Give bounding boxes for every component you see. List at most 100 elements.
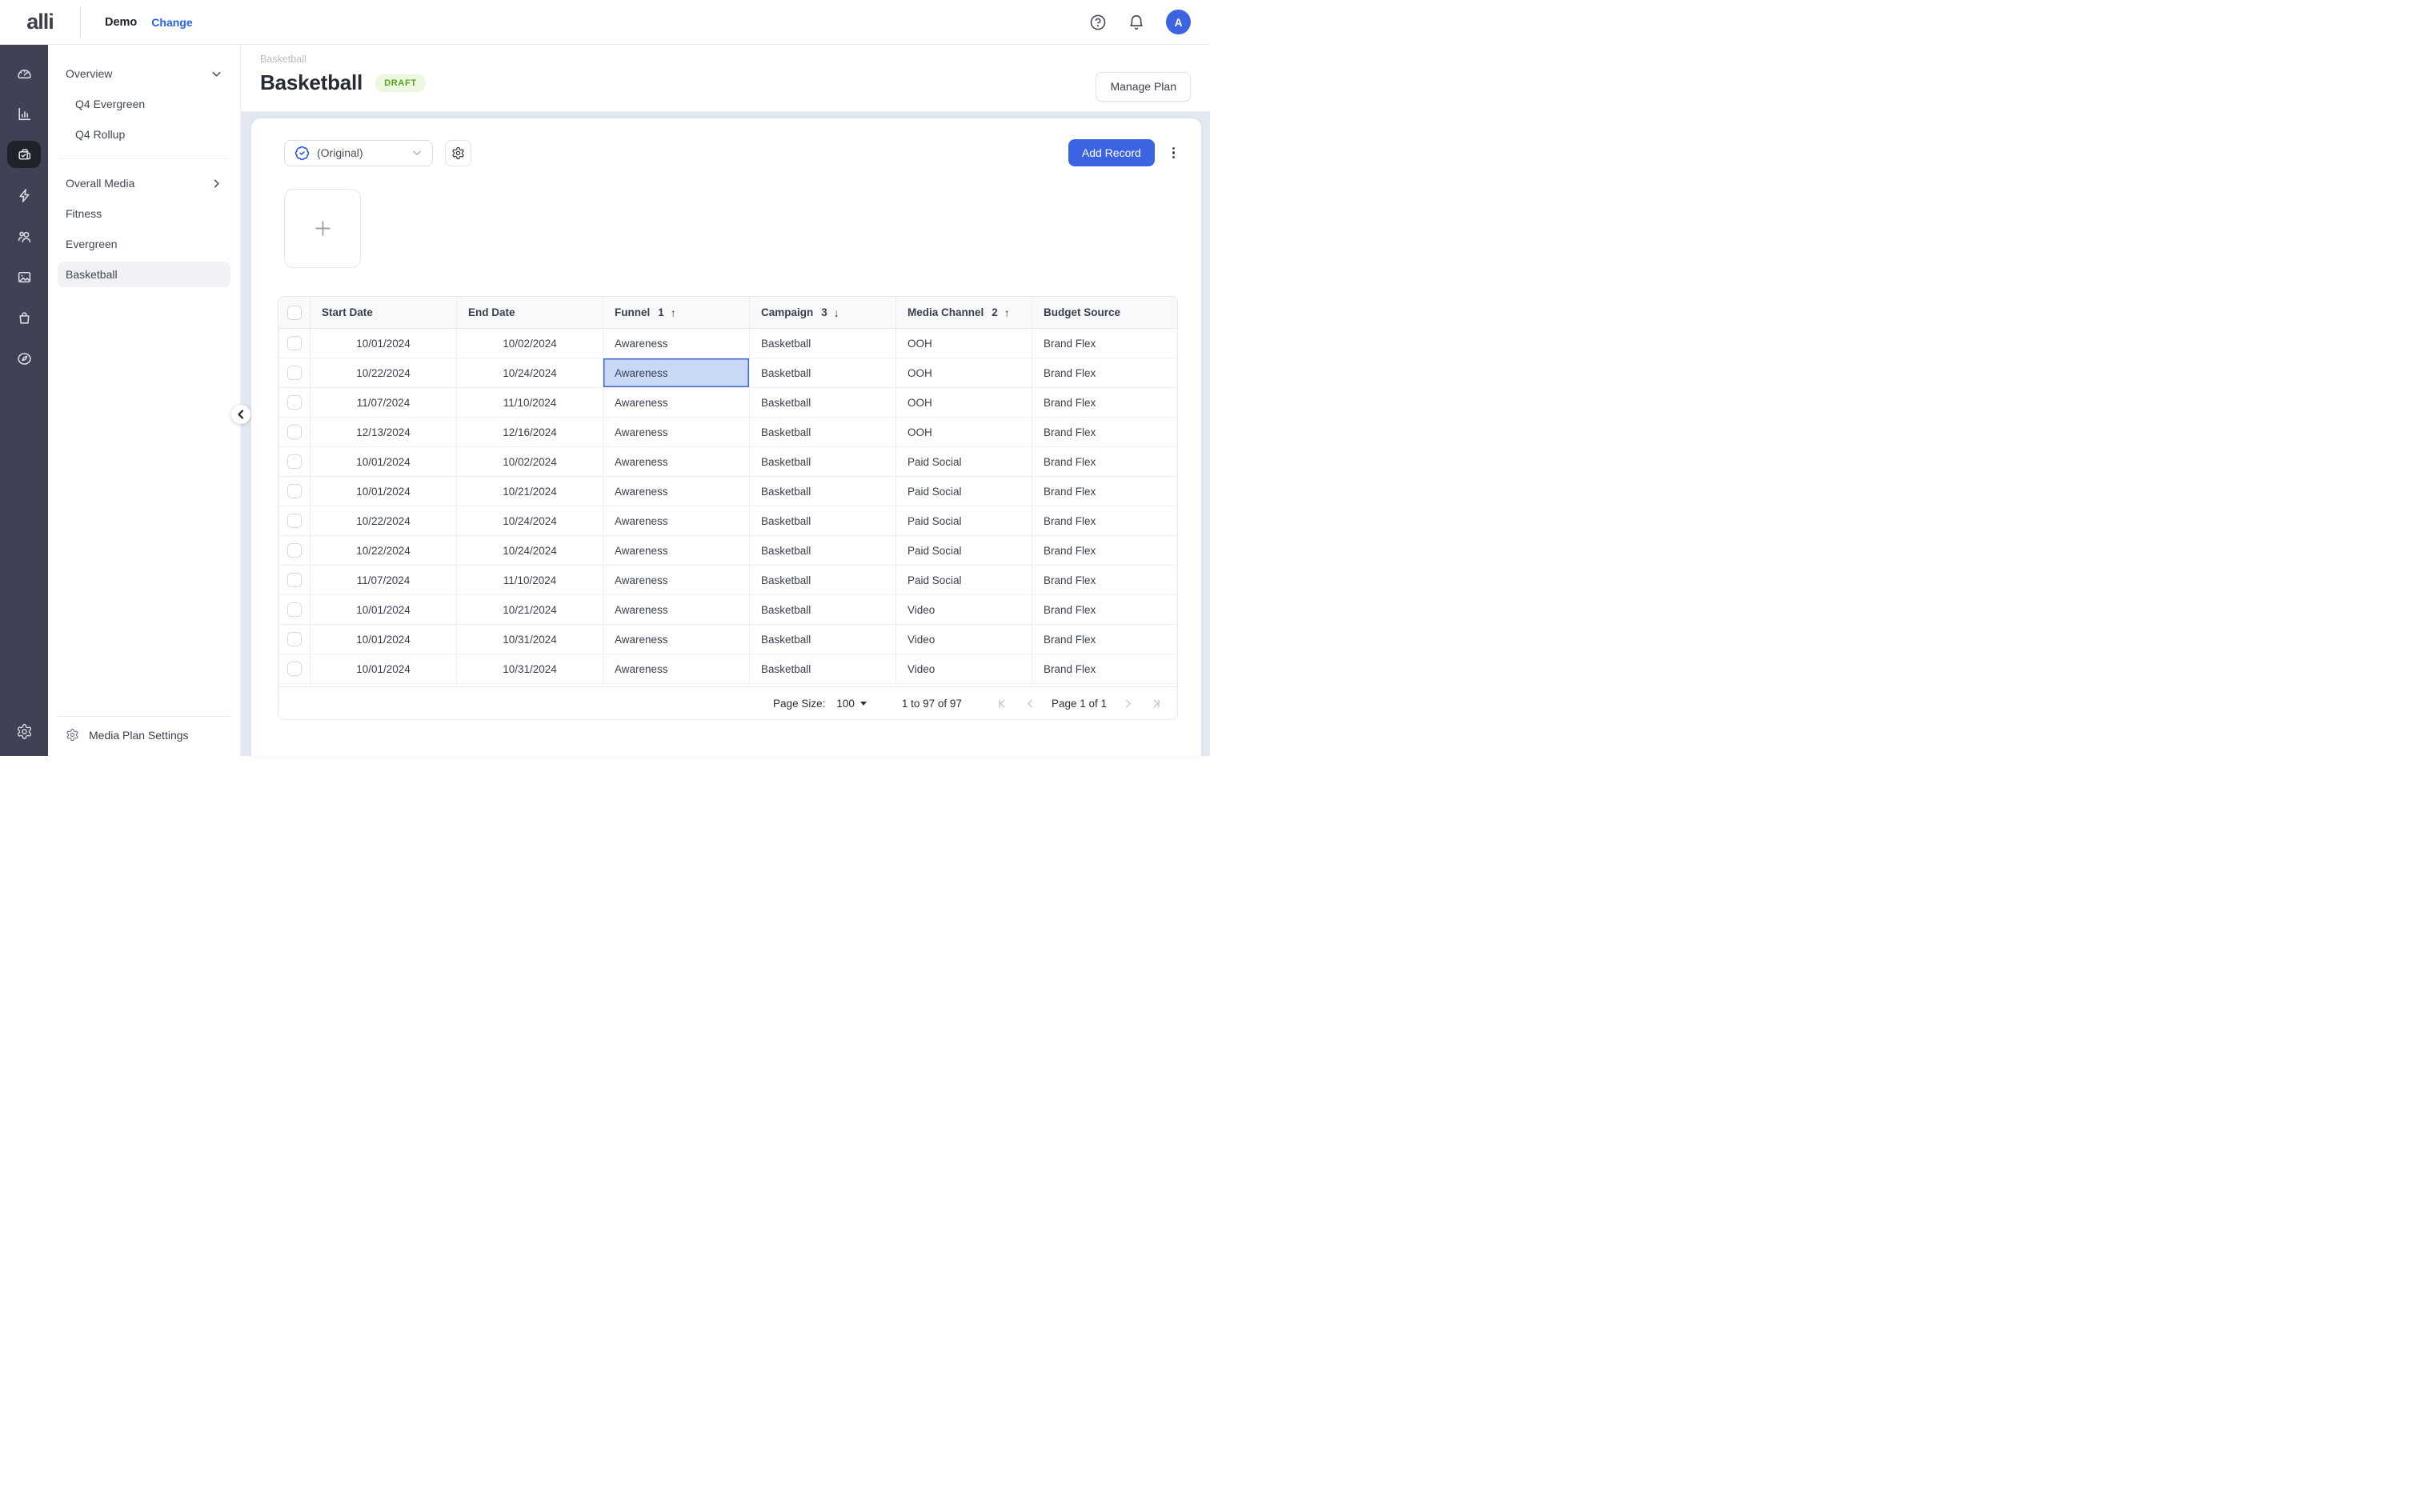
column-header-budget-source[interactable]: Budget Source xyxy=(1032,297,1177,328)
cell-channel[interactable]: Video xyxy=(896,654,1032,683)
cell-funnel[interactable]: Awareness xyxy=(603,506,750,535)
cell-channel[interactable]: OOH xyxy=(896,329,1032,358)
column-header-campaign[interactable]: Campaign 3↓ xyxy=(750,297,896,328)
row-checkbox[interactable] xyxy=(278,418,311,446)
cell-funnel[interactable]: Awareness xyxy=(603,595,750,624)
nav-item-fitness[interactable]: Fitness xyxy=(58,201,230,226)
cell-campaign[interactable]: Basketball xyxy=(750,566,896,594)
more-options-kebab-icon[interactable] xyxy=(1168,144,1180,162)
cell-campaign[interactable]: Basketball xyxy=(750,418,896,446)
cell-funnel[interactable]: Awareness xyxy=(603,388,750,417)
row-checkbox[interactable] xyxy=(278,625,311,654)
collapse-sidebar-button[interactable] xyxy=(231,405,250,424)
cell-budget[interactable]: Brand Flex xyxy=(1032,447,1177,476)
cell-budget[interactable]: Brand Flex xyxy=(1032,358,1177,387)
row-checkbox[interactable] xyxy=(278,477,311,506)
nav-item-q4-evergreen[interactable]: Q4 Evergreen xyxy=(58,91,230,117)
cell-end[interactable]: 10/24/2024 xyxy=(457,506,603,535)
cell-start[interactable]: 10/01/2024 xyxy=(311,477,457,506)
cell-campaign[interactable]: Basketball xyxy=(750,595,896,624)
cell-budget[interactable]: Brand Flex xyxy=(1032,625,1177,654)
column-header-start-date[interactable]: Start Date xyxy=(311,297,457,328)
cell-end[interactable]: 11/10/2024 xyxy=(457,388,603,417)
cell-end[interactable]: 12/16/2024 xyxy=(457,418,603,446)
last-page-icon[interactable] xyxy=(1149,697,1163,710)
cell-end[interactable]: 10/24/2024 xyxy=(457,536,603,565)
table-settings-button[interactable] xyxy=(445,140,471,166)
cell-start[interactable]: 10/22/2024 xyxy=(311,536,457,565)
rail-settings-gear-icon[interactable] xyxy=(7,718,41,745)
reports-chart-icon[interactable] xyxy=(7,100,41,127)
add-record-button[interactable]: Add Record xyxy=(1068,139,1155,166)
first-page-icon[interactable] xyxy=(996,697,1009,710)
cell-start[interactable]: 11/07/2024 xyxy=(311,566,457,594)
cell-campaign[interactable]: Basketball xyxy=(750,329,896,358)
row-checkbox[interactable] xyxy=(278,506,311,535)
row-checkbox[interactable] xyxy=(278,654,311,683)
media-plans-icon[interactable] xyxy=(7,141,41,168)
creative-image-icon[interactable] xyxy=(7,263,41,290)
cell-campaign[interactable]: Basketball xyxy=(750,358,896,387)
cell-channel[interactable]: Paid Social xyxy=(896,536,1032,565)
nav-item-basketball[interactable]: Basketball xyxy=(58,262,230,287)
column-header-media-channel[interactable]: Media Channel 2↑ xyxy=(896,297,1032,328)
cell-start[interactable]: 10/22/2024 xyxy=(311,358,457,387)
next-page-icon[interactable] xyxy=(1121,697,1135,710)
row-checkbox[interactable] xyxy=(278,595,311,624)
cell-channel[interactable]: Video xyxy=(896,595,1032,624)
cell-funnel[interactable]: Awareness xyxy=(603,477,750,506)
cell-start[interactable]: 11/07/2024 xyxy=(311,388,457,417)
cell-funnel[interactable]: Awareness xyxy=(603,566,750,594)
automation-lightning-icon[interactable] xyxy=(7,182,41,209)
cell-start[interactable]: 10/01/2024 xyxy=(311,654,457,683)
version-select[interactable]: (Original) xyxy=(284,140,433,166)
select-all-checkbox[interactable] xyxy=(278,297,311,328)
page-size-select[interactable]: 100 xyxy=(836,698,867,710)
cell-campaign[interactable]: Basketball xyxy=(750,654,896,683)
media-plan-settings-button[interactable]: Media Plan Settings xyxy=(58,716,230,748)
cell-end[interactable]: 10/21/2024 xyxy=(457,477,603,506)
cell-end[interactable]: 10/31/2024 xyxy=(457,654,603,683)
discover-compass-icon[interactable] xyxy=(7,345,41,372)
cell-campaign[interactable]: Basketball xyxy=(750,506,896,535)
cell-channel[interactable]: Paid Social xyxy=(896,506,1032,535)
cell-channel[interactable]: OOH xyxy=(896,418,1032,446)
cell-campaign[interactable]: Basketball xyxy=(750,625,896,654)
cell-start[interactable]: 10/22/2024 xyxy=(311,506,457,535)
cell-funnel[interactable]: Awareness xyxy=(603,418,750,446)
cell-start[interactable]: 10/01/2024 xyxy=(311,595,457,624)
column-header-funnel[interactable]: Funnel 1↑ xyxy=(603,297,750,328)
row-checkbox[interactable] xyxy=(278,388,311,417)
cell-channel[interactable]: Paid Social xyxy=(896,566,1032,594)
user-avatar[interactable]: A xyxy=(1166,10,1191,34)
cell-end[interactable]: 10/24/2024 xyxy=(457,358,603,387)
row-checkbox[interactable] xyxy=(278,566,311,594)
cell-start[interactable]: 10/01/2024 xyxy=(311,329,457,358)
audiences-users-icon[interactable] xyxy=(7,222,41,250)
manage-plan-button[interactable]: Manage Plan xyxy=(1096,72,1191,102)
cell-funnel[interactable]: Awareness xyxy=(603,447,750,476)
cell-budget[interactable]: Brand Flex xyxy=(1032,536,1177,565)
cell-funnel[interactable]: Awareness xyxy=(603,625,750,654)
cell-funnel[interactable]: Awareness xyxy=(603,654,750,683)
cell-channel[interactable]: OOH xyxy=(896,388,1032,417)
cell-campaign[interactable]: Basketball xyxy=(750,536,896,565)
row-checkbox[interactable] xyxy=(278,358,311,387)
previous-page-icon[interactable] xyxy=(1024,697,1037,710)
workspace-change-link[interactable]: Change xyxy=(151,16,192,29)
cell-budget[interactable]: Brand Flex xyxy=(1032,506,1177,535)
row-checkbox[interactable] xyxy=(278,536,311,565)
nav-item-evergreen[interactable]: Evergreen xyxy=(58,231,230,257)
cell-budget[interactable]: Brand Flex xyxy=(1032,566,1177,594)
dashboard-icon[interactable] xyxy=(7,59,41,86)
nav-item-q4-rollup[interactable]: Q4 Rollup xyxy=(58,122,230,147)
cell-end[interactable]: 11/10/2024 xyxy=(457,566,603,594)
cell-budget[interactable]: Brand Flex xyxy=(1032,418,1177,446)
add-view-tile[interactable] xyxy=(284,189,361,268)
help-icon[interactable] xyxy=(1089,14,1107,31)
cell-budget[interactable]: Brand Flex xyxy=(1032,477,1177,506)
cell-channel[interactable]: OOH xyxy=(896,358,1032,387)
cell-channel[interactable]: Paid Social xyxy=(896,447,1032,476)
cell-funnel[interactable]: Awareness xyxy=(603,358,750,387)
nav-item-overall-media[interactable]: Overall Media xyxy=(58,170,230,196)
